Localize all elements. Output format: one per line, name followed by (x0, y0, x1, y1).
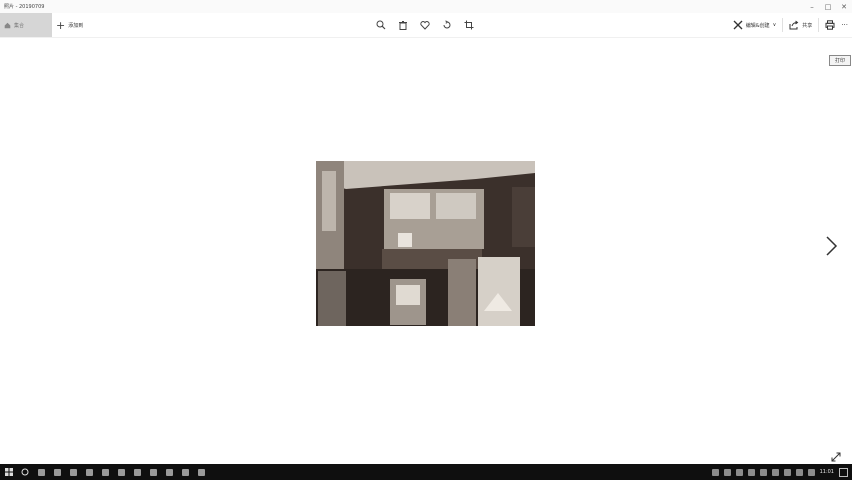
photo-viewer-image[interactable] (316, 161, 535, 326)
mail-icon (101, 468, 109, 476)
taskbar-apps (0, 467, 206, 477)
taskbar-app-browser[interactable] (52, 467, 62, 477)
rotate-icon (443, 20, 451, 29)
print-button[interactable] (825, 20, 835, 30)
next-image-button[interactable] (824, 236, 838, 256)
tray-icon-battery[interactable] (735, 468, 743, 476)
taskbar-app-link[interactable] (148, 467, 158, 477)
fullscreen-button[interactable] (831, 447, 841, 462)
taskbar-app-files[interactable] (68, 467, 78, 477)
photos-icon (165, 468, 173, 476)
trash-icon (399, 21, 407, 30)
add-to-button[interactable]: + 添加到 (56, 13, 83, 37)
kitchen-photo (316, 161, 535, 326)
tray-icon-volume[interactable] (723, 468, 731, 476)
print-tooltip: 打印 (829, 55, 851, 66)
more-options-label: ··· (841, 21, 848, 29)
tray-icon-cloud[interactable] (759, 468, 767, 476)
chevron-right-icon (826, 236, 838, 256)
minimize-button[interactable]: – (804, 0, 820, 13)
toolbar-divider (818, 18, 820, 32)
browser-icon (53, 468, 61, 476)
task-view-button[interactable] (36, 467, 46, 477)
share-button[interactable]: 共享 (789, 20, 812, 30)
zoom-icon (376, 20, 386, 30)
taskbar-app-extra[interactable] (196, 467, 206, 477)
link-icon (149, 468, 157, 476)
add-to-label: 添加到 (68, 22, 84, 29)
windows-icon (5, 468, 13, 476)
edit-create-button[interactable]: 编辑&创建 ∨ (733, 20, 777, 30)
crop-icon (464, 20, 474, 30)
system-tray: 11:01 (711, 467, 852, 477)
image-tools (374, 13, 476, 37)
taskbar-clock[interactable]: 11:01 (820, 469, 834, 475)
toolbar: 集合 + 添加到 编辑&创建 ∨ 共享 ··· (0, 13, 852, 38)
search-icon (21, 468, 29, 476)
tray-icon-network[interactable] (711, 468, 719, 476)
print-tooltip-label: 打印 (834, 58, 845, 64)
zoom-button[interactable] (374, 18, 388, 32)
tray-icon-security[interactable] (771, 468, 779, 476)
rotate-button[interactable] (440, 18, 454, 32)
taskbar-app-word[interactable] (180, 467, 190, 477)
taskbar-app-media[interactable] (132, 467, 142, 477)
favorite-button[interactable] (418, 18, 432, 32)
chevron-down-icon: ∨ (772, 22, 777, 28)
document-icon (181, 468, 189, 476)
expand-icon (831, 452, 841, 462)
folder-icon (69, 468, 77, 476)
right-toolbar: 编辑&创建 ∨ 共享 ··· (733, 13, 848, 37)
maximize-button[interactable]: □ (820, 0, 836, 13)
share-label: 共享 (802, 22, 813, 29)
taskbar-app-store[interactable] (84, 467, 94, 477)
delete-button[interactable] (396, 18, 410, 32)
tray-icon-language[interactable] (783, 468, 791, 476)
task-view-icon (37, 468, 45, 476)
edit-create-label: 编辑&创建 (745, 22, 770, 29)
taskbar-app-photos[interactable] (164, 467, 174, 477)
start-button[interactable] (4, 467, 14, 477)
crop-button[interactable] (462, 18, 476, 32)
collection-label: 集合 (14, 22, 25, 29)
edit-icon (733, 20, 743, 30)
app-icon (197, 468, 205, 476)
tray-icon-input[interactable] (747, 468, 755, 476)
plus-icon: + (56, 18, 66, 32)
toolbar-divider (782, 18, 784, 32)
printer-icon (825, 20, 835, 30)
taskbar: 11:01 (0, 464, 852, 480)
notification-center-button[interactable] (839, 467, 848, 477)
store-icon (85, 468, 93, 476)
search-button[interactable] (20, 467, 30, 477)
tray-icon-wifi[interactable] (795, 468, 803, 476)
settings-icon (117, 468, 125, 476)
media-icon (133, 468, 141, 476)
heart-icon (420, 21, 430, 30)
close-button[interactable]: ✕ (836, 0, 852, 13)
title-bar: 照片 - 20190709 – □ ✕ (0, 0, 852, 13)
more-options-button[interactable]: ··· (841, 21, 848, 29)
taskbar-app-mail[interactable] (100, 467, 110, 477)
home-icon (4, 22, 11, 28)
collection-button[interactable]: 集合 (0, 13, 52, 37)
window-controls: – □ ✕ (804, 0, 852, 13)
window-title: 照片 - 20190709 (4, 4, 45, 10)
taskbar-app-settings[interactable] (116, 467, 126, 477)
share-icon (789, 20, 799, 30)
tray-icon-speaker[interactable] (807, 468, 815, 476)
